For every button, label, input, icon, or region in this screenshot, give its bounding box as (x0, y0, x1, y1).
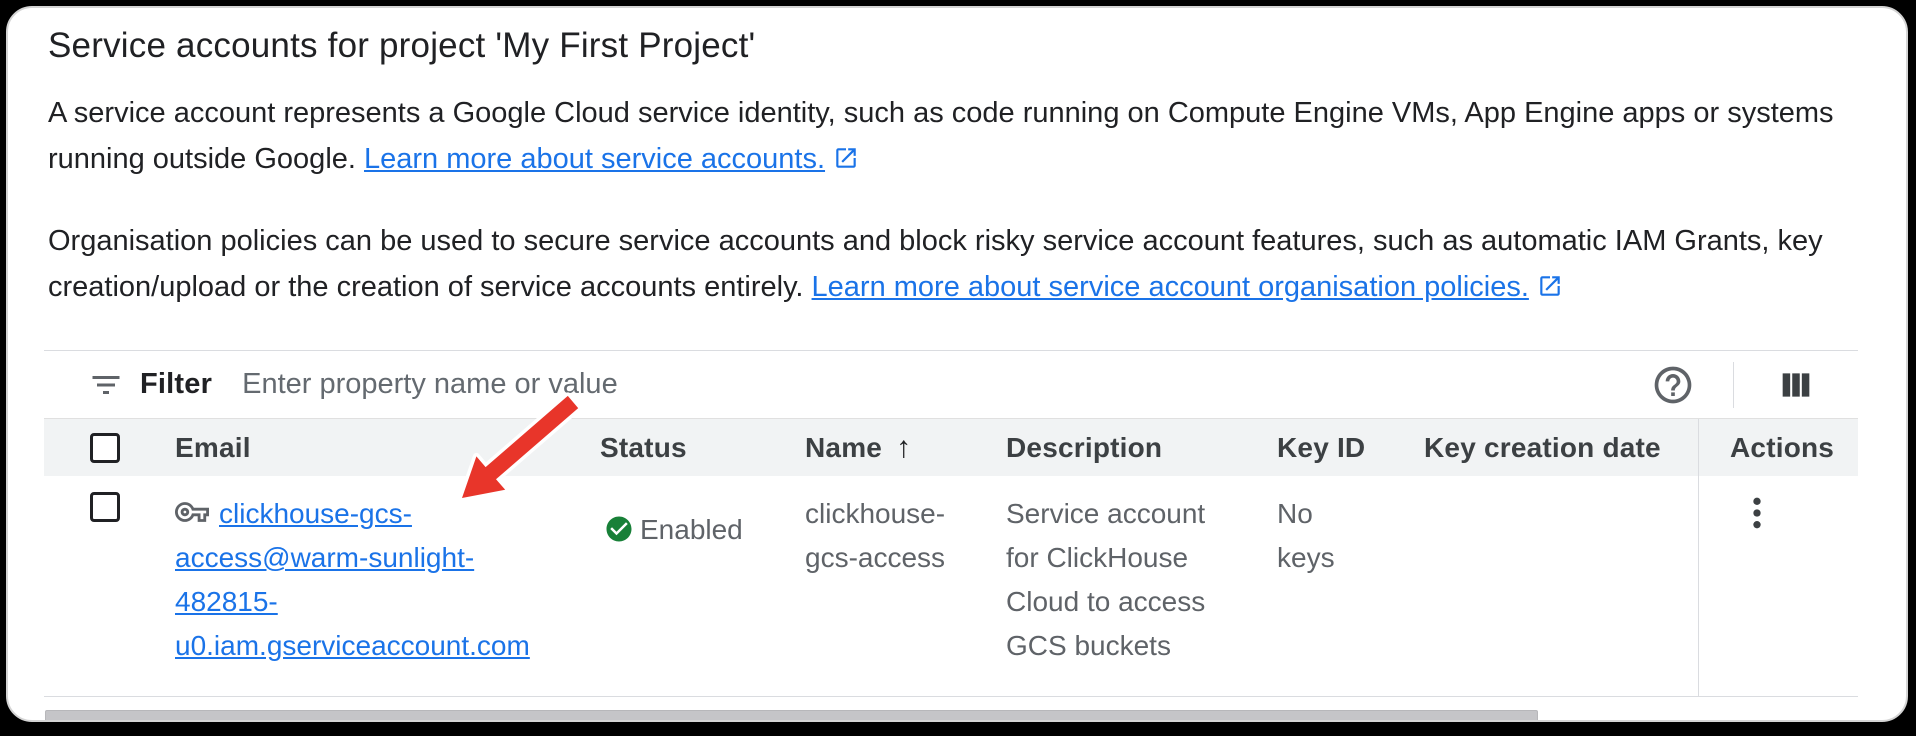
name-cell: clickhouse-gcs-access (805, 476, 1006, 580)
learn-more-service-accounts-link[interactable]: Learn more about service accounts. (364, 143, 859, 175)
learn-more-org-policies-link[interactable]: Learn more about service account organis… (812, 271, 1563, 303)
toolbar-divider (1733, 362, 1734, 408)
status-cell: Enabled (600, 476, 805, 552)
service-account-key-icon (175, 495, 209, 529)
key-creation-date-cell (1424, 476, 1698, 492)
row-checkbox[interactable] (90, 492, 120, 522)
filter-toolbar: Filter (44, 350, 1858, 418)
column-header-status[interactable]: Status (600, 432, 805, 464)
intro-text: A service account represents a Google Cl… (48, 97, 1834, 175)
email-cell: clickhouse-gcs-access@warm-sunlight-4828… (175, 476, 600, 668)
column-header-name[interactable]: Name↑ (805, 431, 1006, 465)
service-account-email-link[interactable]: clickhouse-gcs-access@warm-sunlight-4828… (175, 498, 530, 661)
column-header-description[interactable]: Description (1006, 432, 1277, 464)
filter-label: Filter (140, 368, 212, 401)
service-accounts-table: Filter Email Status Name↑ Description Ke… (44, 350, 1858, 697)
filter-icon (88, 367, 124, 403)
table-header-row: Email Status Name↑ Description Key ID Ke… (44, 418, 1858, 476)
open-in-new-icon (833, 145, 859, 171)
status-text: Enabled (640, 492, 743, 552)
column-header-actions: Actions (1698, 419, 1858, 476)
table-row: clickhouse-gcs-access@warm-sunlight-4828… (44, 476, 1858, 697)
intro-paragraph: A service account represents a Google Cl… (48, 90, 1846, 182)
actions-cell (1698, 476, 1858, 696)
select-all-checkbox[interactable] (90, 433, 120, 463)
enabled-check-icon (604, 514, 634, 544)
sort-ascending-icon: ↑ (896, 431, 911, 465)
more-actions-kebab-icon[interactable] (1737, 490, 1777, 536)
service-accounts-panel: Service accounts for project 'My First P… (6, 6, 1908, 722)
page-title: Service accounts for project 'My First P… (48, 26, 1866, 66)
column-header-email[interactable]: Email (175, 432, 600, 464)
column-header-key-creation-date[interactable]: Key creation date (1424, 432, 1698, 464)
description-cell: Service accountfor ClickHouseCloud to ac… (1006, 476, 1277, 668)
horizontal-scrollbar-thumb[interactable] (45, 710, 1538, 722)
column-display-options-icon[interactable] (1776, 365, 1816, 405)
open-in-new-icon (1537, 273, 1563, 299)
help-icon[interactable] (1651, 363, 1695, 407)
key-id-cell: Nokeys (1277, 476, 1424, 580)
org-policy-paragraph: Organisation policies can be used to sec… (48, 218, 1846, 310)
filter-input[interactable] (242, 368, 1651, 401)
column-header-key-id[interactable]: Key ID (1277, 432, 1424, 464)
